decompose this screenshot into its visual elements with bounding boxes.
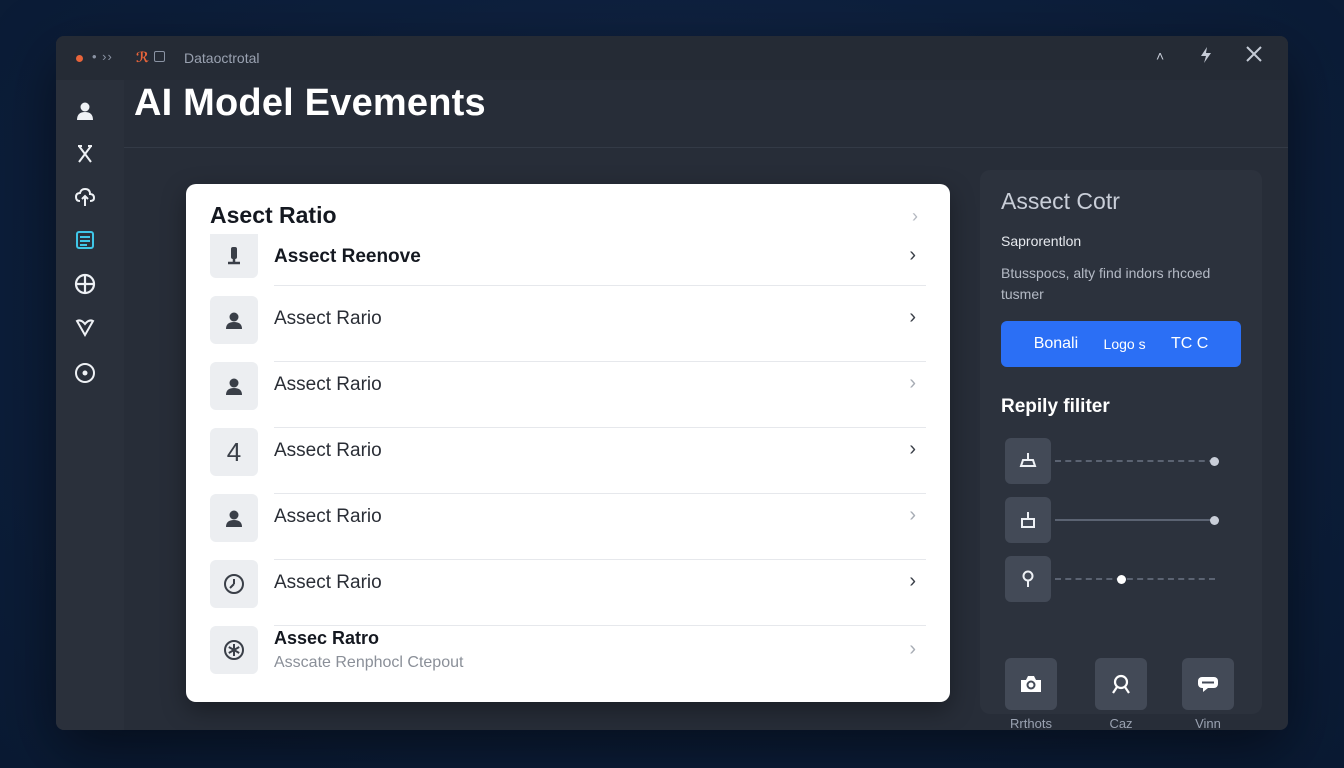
user-icon[interactable] <box>70 96 100 126</box>
card-title: Asect Ratio <box>210 202 337 228</box>
app-window: • ›› ℛ Dataoctrotal ˄ AI Model Evements … <box>56 36 1288 730</box>
list-item-label: Assect Rario <box>274 440 382 461</box>
slider-track[interactable] <box>1055 457 1219 466</box>
list-item[interactable]: Assect Rario › <box>210 494 926 560</box>
chevron-right-icon[interactable]: › <box>909 504 916 527</box>
panel-title: Assect Cotr <box>1001 188 1120 214</box>
side-panel: Assect Cotr Saprorentlon Btusspocs, alty… <box>980 170 1262 730</box>
slider-thumb[interactable] <box>1117 575 1126 584</box>
chevron-right-icon[interactable]: › <box>909 372 916 395</box>
page-title: AI Model Evements <box>134 82 486 124</box>
chat-icon[interactable] <box>1182 658 1234 710</box>
filter-slider[interactable] <box>1005 497 1245 545</box>
close-icon[interactable] <box>1244 44 1264 69</box>
location-icon <box>1005 556 1051 602</box>
list-item-label: Assect Rario <box>274 506 382 527</box>
titlebar: • ›› ℛ Dataoctrotal ˄ <box>56 36 1288 80</box>
camera-icon[interactable] <box>1005 658 1057 710</box>
list-item[interactable]: Assec Ratro Asscate Renphocl Ctepout › <box>210 626 926 692</box>
list-item-label: Assec Ratro <box>274 628 380 648</box>
list-item[interactable]: Assect Rario › <box>210 362 926 428</box>
paint-icon <box>1005 438 1051 484</box>
chevron-right-icon[interactable]: › <box>909 306 916 329</box>
panel-description: Btusspocs, alty find indors rhcoed tusme… <box>1001 265 1211 302</box>
asterisk-icon <box>210 626 258 674</box>
button-label-mid: Logo s <box>1103 336 1146 352</box>
slider-track[interactable] <box>1055 575 1215 584</box>
status-dot <box>76 55 83 62</box>
primary-button[interactable]: Bonali Logo s TC C <box>1001 321 1241 367</box>
bolt-icon[interactable] <box>1198 46 1214 69</box>
chevron-right-icon[interactable]: › <box>909 570 916 593</box>
disc-icon[interactable] <box>70 358 100 388</box>
list-item[interactable]: Assect Rario › <box>210 296 926 362</box>
list-item[interactable]: 4 Assect Rario › <box>210 428 926 494</box>
list-card: Asect Ratio › Assect Reenove › Assect Ra… <box>186 184 950 702</box>
filter-slider[interactable] <box>1005 556 1245 604</box>
slider-thumb[interactable] <box>1210 457 1219 466</box>
list-item-label: Assect Reenove <box>274 246 421 267</box>
divider <box>274 285 926 286</box>
user-icon <box>210 362 258 410</box>
tile-label: Caz <box>1109 716 1133 730</box>
search-icon[interactable] <box>1095 658 1147 710</box>
window-title: Dataoctrotal <box>184 50 260 66</box>
list-item[interactable]: Assect Reenove › <box>210 234 926 286</box>
user-icon <box>210 494 258 542</box>
chevron-right-icon[interactable]: › <box>912 206 918 227</box>
list-item-label: Assect Rario <box>274 572 382 593</box>
cloud-upload-icon[interactable] <box>70 182 100 212</box>
scissors-icon[interactable] <box>70 139 100 169</box>
filter-title: Repily filiter <box>1001 396 1110 417</box>
app-logo-icon: ℛ <box>136 49 150 65</box>
button-label-left: Bonali <box>1033 335 1079 352</box>
globe-icon[interactable] <box>70 269 100 299</box>
list-item-label: Assect Rario <box>274 374 382 395</box>
user-icon <box>210 296 258 344</box>
tile-label: Rrthots <box>1010 716 1052 730</box>
slider-thumb[interactable] <box>1210 516 1219 525</box>
clock-icon <box>210 560 258 608</box>
chevron-right-icon[interactable]: › <box>909 438 916 461</box>
list-icon[interactable] <box>70 225 100 255</box>
nav-arrows-icon[interactable]: • ›› <box>92 49 113 64</box>
number-four-icon: 4 <box>210 428 258 476</box>
list-item-label: Assect Rario <box>274 308 382 329</box>
window-icon <box>154 51 165 62</box>
button-label-right: TC C <box>1170 335 1209 352</box>
list-item-sublabel: Asscate Renphocl Ctepout <box>274 654 464 671</box>
list-item[interactable]: Assect Rario › <box>210 560 926 626</box>
caret-up-icon[interactable]: ˄ <box>1156 48 1164 64</box>
tile-label: Vinn <box>1195 716 1221 730</box>
sidebar <box>56 80 124 730</box>
heart-icon[interactable] <box>70 312 100 342</box>
filter-slider[interactable] <box>1005 438 1245 486</box>
slider-track[interactable] <box>1055 516 1219 525</box>
pin-icon <box>210 234 258 278</box>
chevron-right-icon[interactable]: › <box>909 244 916 267</box>
panel-subtitle: Saprorentlon <box>1001 233 1082 249</box>
bucket-icon <box>1005 497 1051 543</box>
chevron-right-icon[interactable]: › <box>909 638 916 661</box>
